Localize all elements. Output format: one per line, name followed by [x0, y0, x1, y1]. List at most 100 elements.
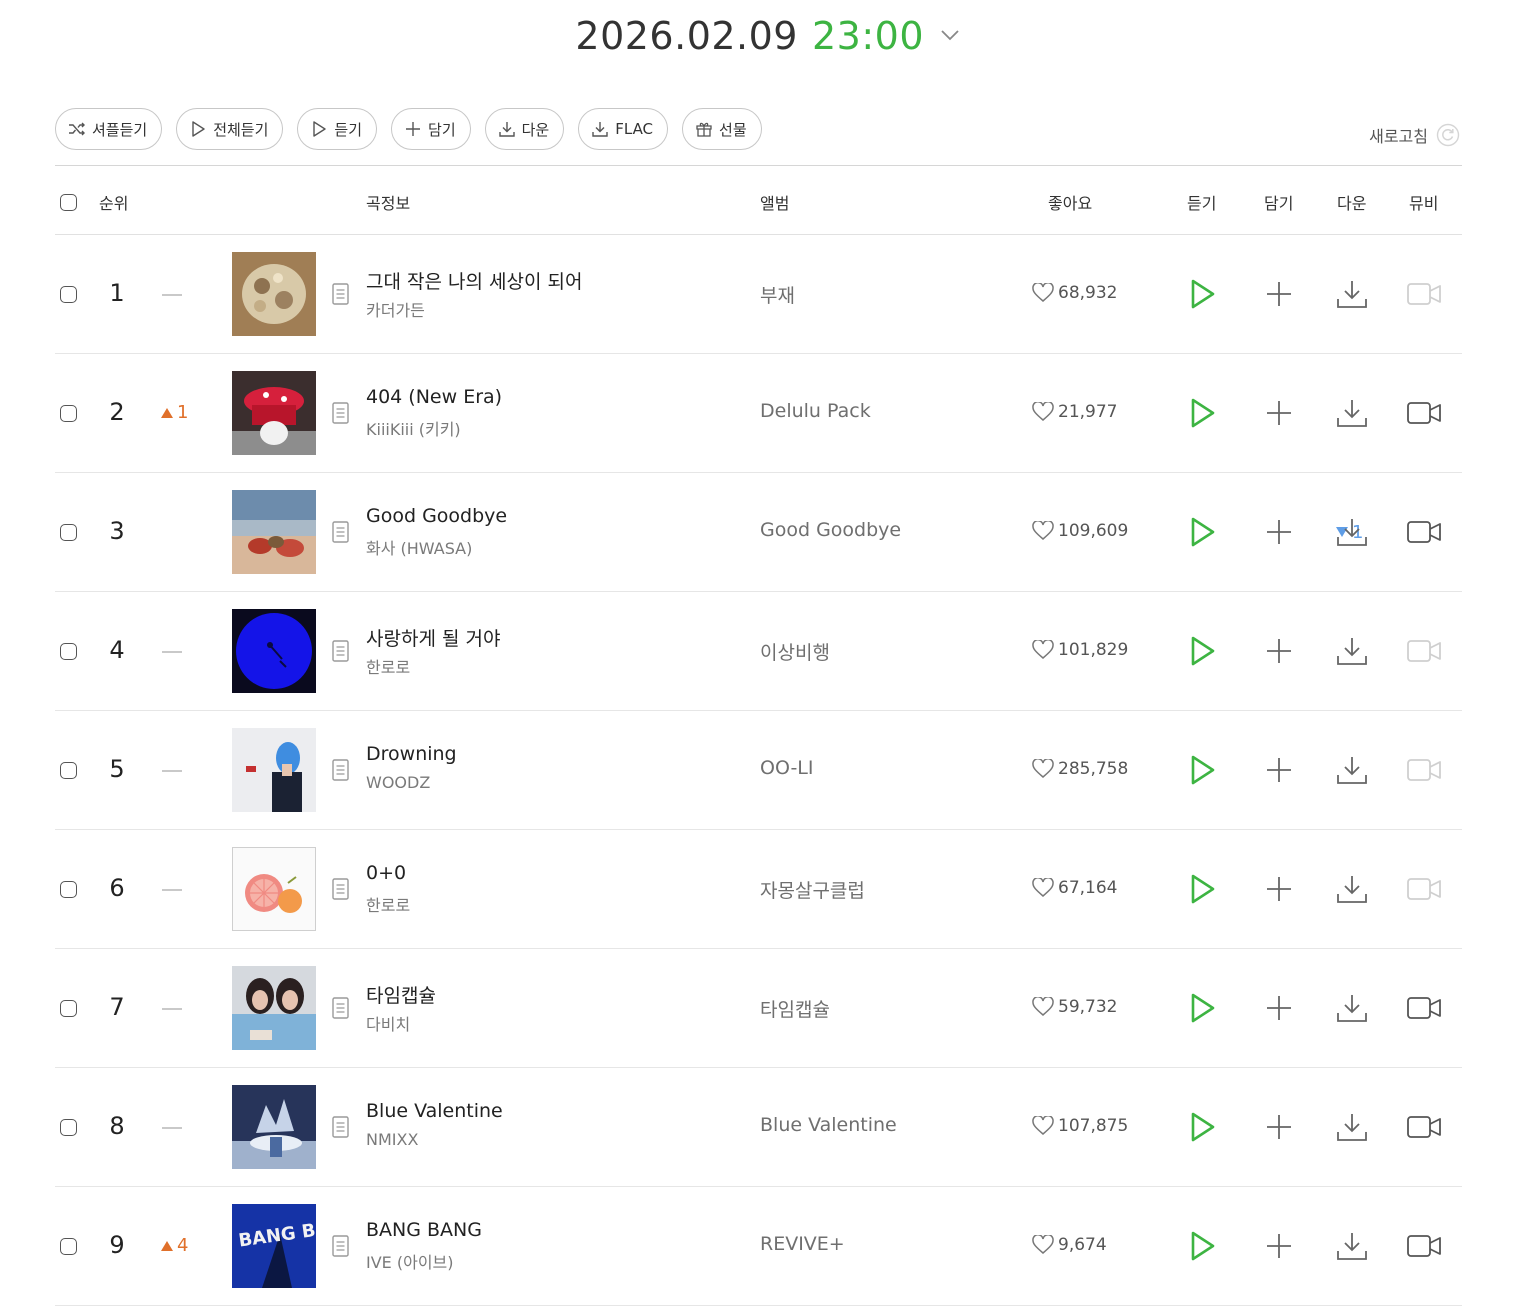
- song-detail-icon[interactable]: [332, 1235, 349, 1257]
- song-detail-icon[interactable]: [332, 402, 349, 424]
- like-button[interactable]: 21,977: [1032, 402, 1117, 422]
- song-artist[interactable]: 카더가든: [366, 297, 425, 321]
- album-name[interactable]: Delulu Pack: [760, 400, 871, 422]
- download-icon[interactable]: [1336, 874, 1368, 904]
- music-video-icon[interactable]: [1407, 1116, 1443, 1138]
- play-icon[interactable]: [1190, 278, 1216, 310]
- music-video-icon[interactable]: [1407, 521, 1443, 543]
- play-icon[interactable]: [1190, 1230, 1216, 1262]
- plus-icon[interactable]: [1266, 1114, 1292, 1140]
- album-name[interactable]: Blue Valentine: [760, 1114, 897, 1136]
- like-button[interactable]: 59,732: [1032, 997, 1117, 1017]
- album-cover[interactable]: BANG BANG: [232, 1204, 316, 1288]
- like-button[interactable]: 68,932: [1032, 283, 1117, 303]
- download-icon[interactable]: [1336, 1112, 1368, 1142]
- song-title[interactable]: BANG BANG: [366, 1219, 482, 1241]
- album-cover[interactable]: [232, 847, 316, 931]
- play-all-button[interactable]: 전체듣기: [176, 108, 284, 150]
- album-cover[interactable]: [232, 371, 316, 455]
- album-name[interactable]: 이상비행: [760, 638, 830, 665]
- album-name[interactable]: OO-LI: [760, 757, 813, 779]
- like-button[interactable]: 67,164: [1032, 878, 1117, 898]
- song-title[interactable]: 사랑하게 될 거야: [366, 624, 500, 651]
- album-name[interactable]: 부재: [760, 281, 795, 308]
- music-video-icon[interactable]: [1407, 878, 1443, 900]
- album-cover[interactable]: [232, 966, 316, 1050]
- download-icon[interactable]: [1336, 1231, 1368, 1261]
- play-icon[interactable]: [1190, 873, 1216, 905]
- song-detail-icon[interactable]: [332, 521, 349, 543]
- album-cover[interactable]: [232, 490, 316, 574]
- song-title[interactable]: 타임캡슐: [366, 981, 436, 1008]
- flac-download-button[interactable]: FLAC: [578, 108, 669, 150]
- song-detail-icon[interactable]: [332, 997, 349, 1019]
- chart-datetime[interactable]: 2026.02.09 23:00: [0, 14, 1536, 58]
- song-title[interactable]: Drowning: [366, 743, 457, 765]
- download-icon[interactable]: [1336, 993, 1368, 1023]
- music-video-icon[interactable]: [1407, 997, 1443, 1019]
- row-checkbox[interactable]: [60, 1238, 77, 1255]
- album-name[interactable]: REVIVE+: [760, 1233, 845, 1255]
- play-icon[interactable]: [1190, 397, 1216, 429]
- row-checkbox[interactable]: [60, 1000, 77, 1017]
- plus-icon[interactable]: [1266, 400, 1292, 426]
- album-name[interactable]: 타임캡슐: [760, 995, 830, 1022]
- music-video-icon[interactable]: [1407, 283, 1443, 305]
- add-button[interactable]: 담기: [391, 108, 471, 150]
- song-artist[interactable]: KiiiKiii (키키): [366, 416, 461, 440]
- music-video-icon[interactable]: [1407, 1235, 1443, 1257]
- download-button[interactable]: 다운: [484, 108, 565, 150]
- song-title[interactable]: 404 (New Era): [366, 386, 502, 408]
- play-icon[interactable]: [1190, 635, 1216, 667]
- song-title[interactable]: 0+0: [366, 862, 406, 884]
- play-button[interactable]: 듣기: [297, 108, 378, 150]
- song-artist[interactable]: IVE (아이브): [366, 1249, 454, 1273]
- album-cover[interactable]: [232, 252, 316, 336]
- refresh-button[interactable]: 새로고침: [1369, 123, 1460, 147]
- music-video-icon[interactable]: [1407, 759, 1443, 781]
- album-name[interactable]: 자몽살구클럽: [760, 876, 865, 903]
- music-video-icon[interactable]: [1407, 640, 1443, 662]
- plus-icon[interactable]: [1266, 995, 1292, 1021]
- music-video-icon[interactable]: [1407, 402, 1443, 424]
- shuffle-play-button[interactable]: 셔플듣기: [55, 108, 163, 150]
- song-detail-icon[interactable]: [332, 283, 349, 305]
- row-checkbox[interactable]: [60, 405, 77, 422]
- song-artist[interactable]: NMIXX: [366, 1130, 418, 1149]
- plus-icon[interactable]: [1266, 519, 1292, 545]
- download-icon[interactable]: [1336, 636, 1368, 666]
- play-icon[interactable]: [1190, 1111, 1216, 1143]
- song-title[interactable]: Blue Valentine: [366, 1100, 503, 1122]
- song-detail-icon[interactable]: [332, 1116, 349, 1138]
- play-icon[interactable]: [1190, 516, 1216, 548]
- download-icon[interactable]: [1336, 755, 1368, 785]
- download-icon[interactable]: [1336, 398, 1368, 428]
- song-title[interactable]: 그대 작은 나의 세상이 되어: [366, 267, 582, 294]
- plus-icon[interactable]: [1266, 281, 1292, 307]
- play-icon[interactable]: [1190, 992, 1216, 1024]
- song-artist[interactable]: 다비치: [366, 1011, 410, 1035]
- plus-icon[interactable]: [1266, 757, 1292, 783]
- song-artist[interactable]: 한로로: [366, 892, 410, 916]
- song-detail-icon[interactable]: [332, 640, 349, 662]
- song-artist[interactable]: 화사 (HWASA): [366, 535, 472, 559]
- plus-icon[interactable]: [1266, 1233, 1292, 1259]
- row-checkbox[interactable]: [60, 1119, 77, 1136]
- album-cover[interactable]: [232, 609, 316, 693]
- row-checkbox[interactable]: [60, 881, 77, 898]
- song-detail-icon[interactable]: [332, 878, 349, 900]
- row-checkbox[interactable]: [60, 762, 77, 779]
- song-detail-icon[interactable]: [332, 759, 349, 781]
- song-title[interactable]: Good Goodbye: [366, 505, 507, 527]
- like-button[interactable]: 285,758: [1032, 759, 1128, 779]
- gift-button[interactable]: 선물: [682, 108, 762, 150]
- like-button[interactable]: 101,829: [1032, 640, 1128, 660]
- like-button[interactable]: 107,875: [1032, 1116, 1128, 1136]
- plus-icon[interactable]: [1266, 638, 1292, 664]
- row-checkbox[interactable]: [60, 524, 77, 541]
- download-icon[interactable]: [1336, 517, 1368, 547]
- select-all-checkbox[interactable]: [60, 194, 77, 211]
- album-name[interactable]: Good Goodbye: [760, 519, 901, 541]
- row-checkbox[interactable]: [60, 643, 77, 660]
- row-checkbox[interactable]: [60, 286, 77, 303]
